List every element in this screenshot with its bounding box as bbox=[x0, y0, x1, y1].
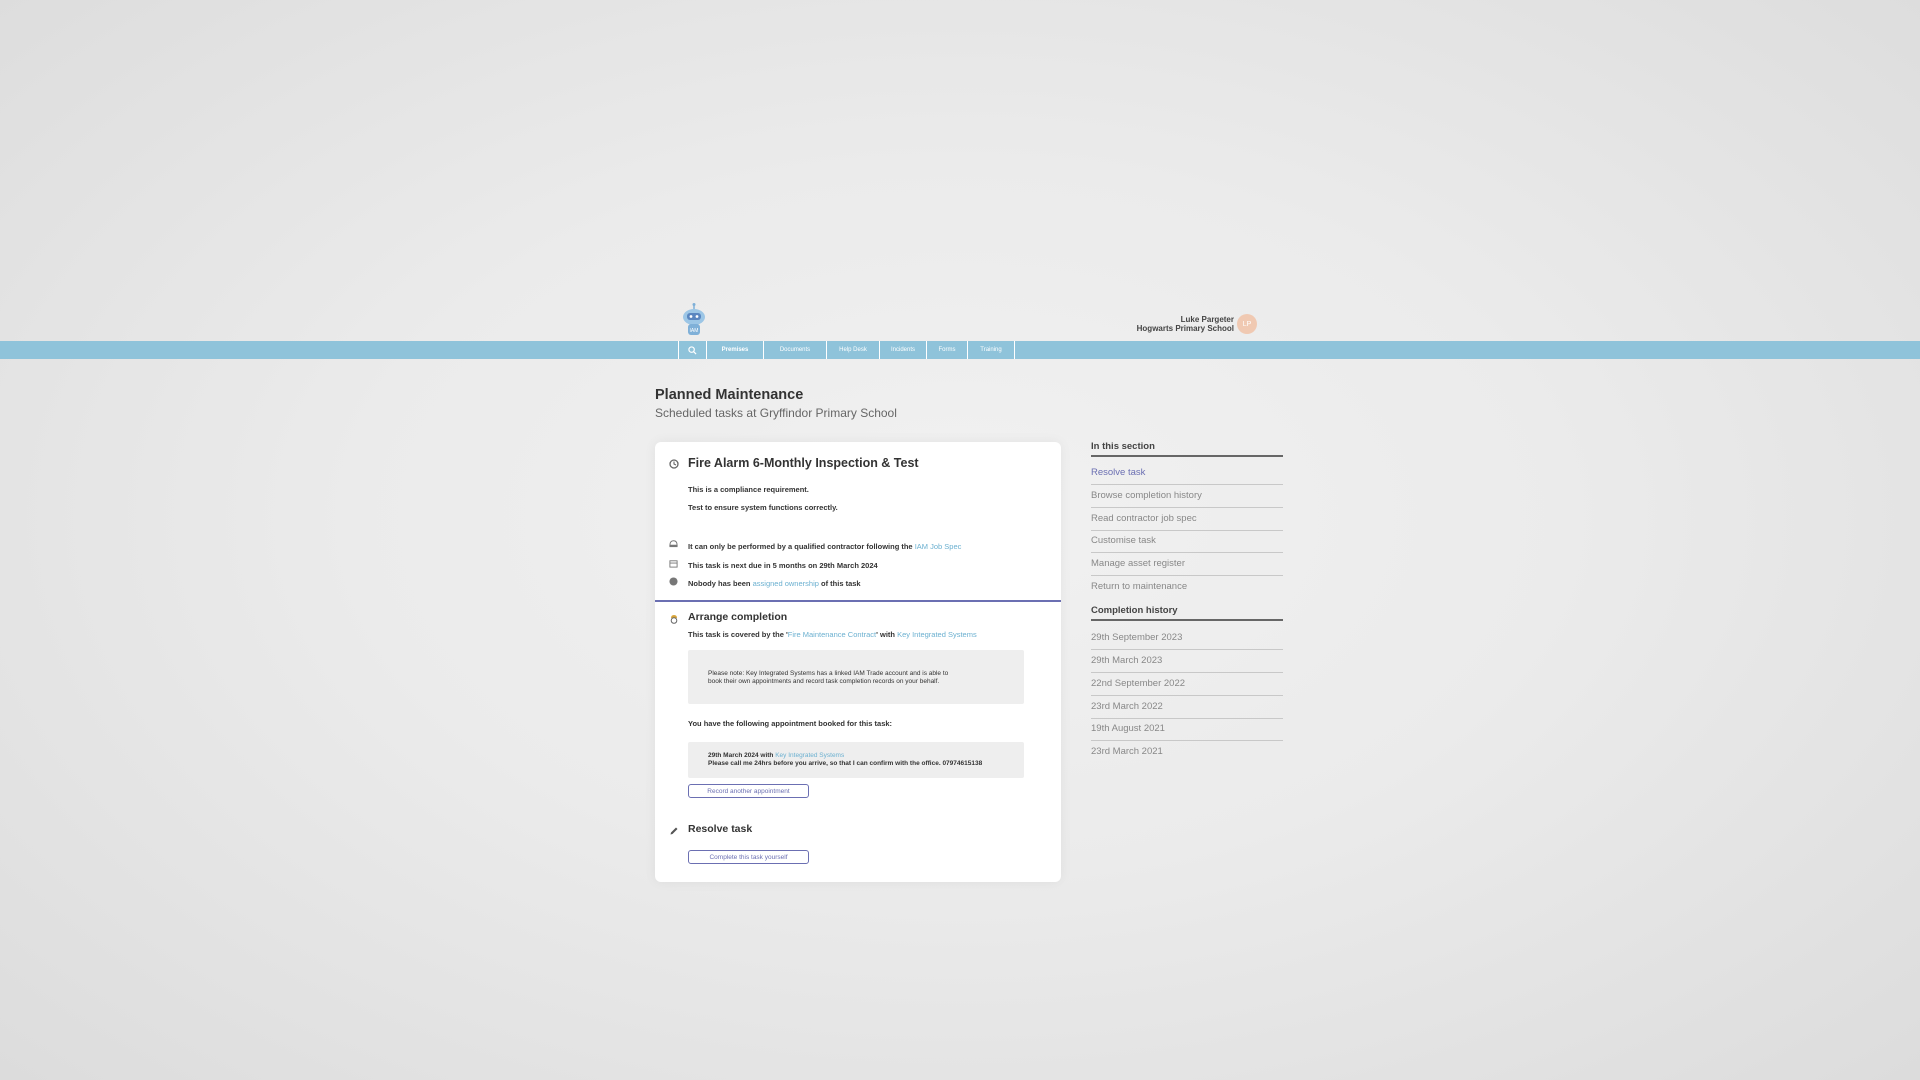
nav-item-documents[interactable]: Documents bbox=[764, 341, 827, 359]
due-period: 5 months bbox=[772, 561, 806, 570]
appointment-date: 29th March 2024 bbox=[708, 752, 759, 759]
sidebar-separator bbox=[1091, 552, 1283, 553]
search-icon bbox=[688, 345, 697, 355]
user-circle-icon bbox=[669, 577, 678, 586]
note-line-1: Please note: Key Integrated Systems has … bbox=[708, 670, 949, 677]
nav-item-premises[interactable]: Premises bbox=[707, 341, 764, 359]
appointments-heading: You have the following appointment booke… bbox=[688, 719, 893, 728]
record-appointment-button[interactable]: Record another appointment bbox=[688, 784, 809, 798]
sidebar-item-browse-history[interactable]: Browse completion history bbox=[1091, 490, 1283, 501]
complete-task-button[interactable]: Complete this task yourself bbox=[688, 850, 809, 864]
history-item[interactable]: 23rd March 2022 bbox=[1091, 701, 1283, 712]
main-nav: Premises Documents Help Desk Incidents F… bbox=[678, 341, 1015, 359]
appointment-note: Please call me 24hrs before you arrive, … bbox=[708, 760, 983, 767]
svg-text:IAM: IAM bbox=[690, 328, 699, 334]
trade-account-note: Please note: Key Integrated Systems has … bbox=[688, 650, 1024, 704]
nav-search-button[interactable] bbox=[678, 341, 707, 359]
nav-item-forms[interactable]: Forms bbox=[927, 341, 968, 359]
contractor-text: It can only be performed by a qualified … bbox=[688, 542, 913, 551]
compliance-text: This is a compliance requirement. bbox=[688, 485, 809, 494]
appointment-header: 29th March 2024 with Key Integrated Syst… bbox=[708, 752, 844, 760]
sidebar-separator bbox=[1091, 484, 1283, 485]
appointment-card: 29th March 2024 with Key Integrated Syst… bbox=[688, 742, 1024, 778]
sidebar-separator bbox=[1091, 530, 1283, 531]
owner-line: Nobody has been assigned ownership of th… bbox=[688, 579, 861, 588]
owner-suffix: of this task bbox=[821, 579, 861, 588]
history-item[interactable]: 23rd March 2021 bbox=[1091, 746, 1283, 757]
note-line-2: book their own appointments and record t… bbox=[708, 678, 940, 685]
worker-icon bbox=[670, 615, 678, 624]
calendar-icon bbox=[669, 560, 678, 568]
appointment-with: with bbox=[760, 752, 774, 759]
in-this-section-title: In this section bbox=[1091, 441, 1155, 452]
sidebar-separator bbox=[1091, 507, 1283, 508]
user-school: Hogwarts Primary School bbox=[1136, 324, 1234, 333]
history-item[interactable]: 22nd September 2022 bbox=[1091, 678, 1283, 689]
due-date: 29th March 2024 bbox=[819, 561, 878, 570]
arrange-completion-title: Arrange completion bbox=[688, 611, 788, 623]
avatar[interactable]: LP bbox=[1237, 314, 1257, 334]
job-spec-link[interactable]: IAM Job Spec bbox=[915, 542, 962, 551]
sidebar-item-contractor-spec[interactable]: Read contractor job spec bbox=[1091, 513, 1283, 524]
appointment-supplier-link[interactable]: Key Integrated Systems bbox=[775, 752, 844, 759]
resolve-task-title: Resolve task bbox=[688, 823, 753, 835]
hard-hat-icon bbox=[669, 540, 678, 548]
assign-ownership-link[interactable]: assigned ownership bbox=[753, 579, 819, 588]
sidebar-separator bbox=[1091, 695, 1283, 696]
sidebar-separator bbox=[1091, 740, 1283, 741]
supplier-link[interactable]: Key Integrated Systems bbox=[897, 630, 977, 639]
coverage-prefix: This task is covered by the ' bbox=[688, 630, 788, 639]
nav-item-help-desk[interactable]: Help Desk bbox=[827, 341, 880, 359]
coverage-line: This task is covered by the 'Fire Mainte… bbox=[688, 630, 977, 639]
section-divider bbox=[655, 600, 1061, 602]
sidebar-separator bbox=[1091, 649, 1283, 650]
user-name: Luke Pargeter bbox=[1180, 315, 1234, 324]
due-mid: on bbox=[808, 561, 818, 570]
due-line: This task is next due in 5 months on 29t… bbox=[688, 561, 878, 570]
task-card: Fire Alarm 6-Monthly Inspection & Test T… bbox=[655, 442, 1061, 882]
contract-link[interactable]: Fire Maintenance Contract bbox=[788, 630, 876, 639]
sidebar-item-return-maintenance[interactable]: Return to maintenance bbox=[1091, 581, 1283, 592]
task-description: Test to ensure system functions correctl… bbox=[688, 503, 838, 512]
section-title-rule bbox=[1091, 455, 1283, 457]
history-item[interactable]: 29th March 2023 bbox=[1091, 655, 1283, 666]
contractor-line: It can only be performed by a qualified … bbox=[688, 542, 961, 551]
page-title: Planned Maintenance bbox=[655, 387, 804, 403]
nav-item-training[interactable]: Training bbox=[968, 341, 1015, 359]
sidebar-item-customise-task[interactable]: Customise task bbox=[1091, 535, 1283, 546]
pencil-icon bbox=[670, 827, 678, 835]
coverage-mid: ' with bbox=[876, 630, 895, 639]
history-item[interactable]: 19th August 2021 bbox=[1091, 723, 1283, 734]
user-info[interactable]: Luke Pargeter Hogwarts Primary School bbox=[1137, 315, 1234, 333]
sidebar-separator bbox=[1091, 672, 1283, 673]
owner-prefix: Nobody has been bbox=[688, 579, 751, 588]
history-item[interactable]: 29th September 2023 bbox=[1091, 632, 1283, 643]
history-title-rule bbox=[1091, 619, 1283, 621]
sidebar-item-asset-register[interactable]: Manage asset register bbox=[1091, 558, 1283, 569]
sidebar-separator bbox=[1091, 575, 1283, 576]
sidebar-separator bbox=[1091, 718, 1283, 719]
completion-history-title: Completion history bbox=[1091, 605, 1178, 616]
sidebar-item-resolve-task[interactable]: Resolve task bbox=[1091, 467, 1283, 478]
nav-item-incidents[interactable]: Incidents bbox=[880, 341, 927, 359]
robot-logo-icon[interactable]: IAM bbox=[681, 303, 707, 337]
task-status-icon bbox=[669, 459, 679, 469]
due-prefix: This task is next due in bbox=[688, 561, 771, 570]
page-subtitle: Scheduled tasks at Gryffindor Primary Sc… bbox=[655, 406, 897, 420]
task-title: Fire Alarm 6-Monthly Inspection & Test bbox=[688, 456, 919, 470]
